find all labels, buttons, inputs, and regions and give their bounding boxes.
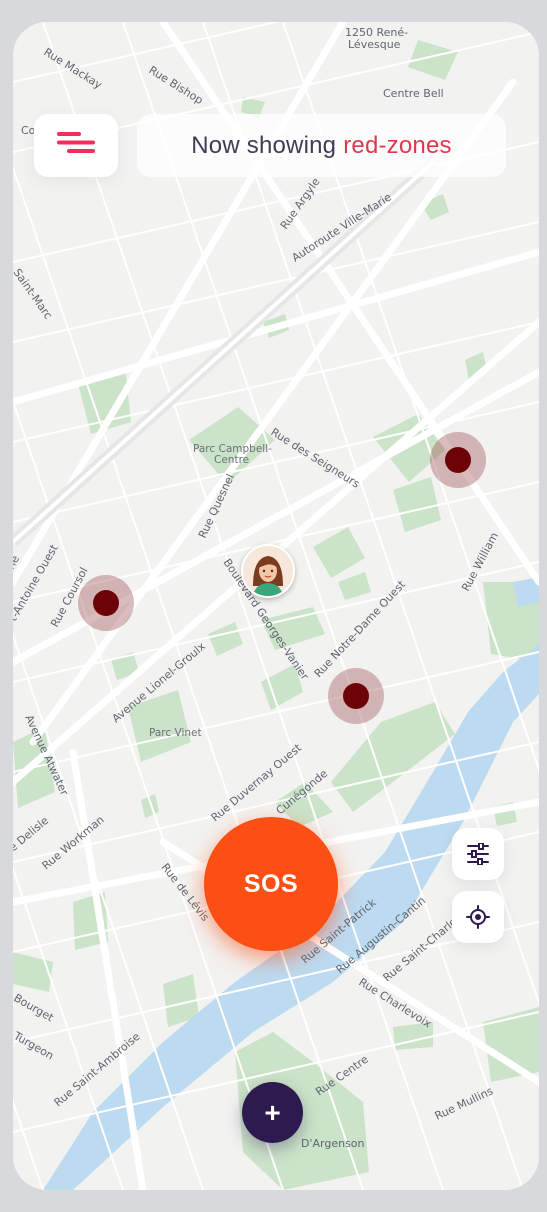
- menu-icon: [57, 131, 95, 153]
- street-label: Centre Bell: [383, 87, 444, 100]
- status-highlight: red-zones: [343, 131, 452, 159]
- street-label: D'Argenson: [301, 1137, 365, 1150]
- menu-button[interactable]: [34, 114, 118, 177]
- crosshair-icon: [466, 905, 490, 929]
- sos-button[interactable]: SOS: [204, 817, 338, 951]
- phone-screen: 1250 René- Lévesque Rue Mackay Rue Bisho…: [13, 22, 539, 1190]
- park-label: Centre: [214, 454, 249, 466]
- user-avatar-image: [243, 546, 293, 596]
- locate-button[interactable]: [452, 891, 504, 943]
- status-prefix: Now showing: [191, 131, 337, 159]
- red-zone-marker[interactable]: [328, 668, 384, 724]
- sliders-icon: [467, 843, 489, 865]
- add-button[interactable]: +: [242, 1082, 303, 1143]
- street-label: Lévesque: [348, 38, 401, 51]
- plus-icon: +: [264, 1096, 281, 1128]
- red-zone-marker[interactable]: [430, 432, 486, 488]
- red-zone-marker[interactable]: [78, 575, 134, 631]
- sos-label: SOS: [243, 869, 299, 898]
- filter-button[interactable]: [452, 828, 504, 880]
- park-label: Parc Vinet: [149, 727, 202, 739]
- user-avatar[interactable]: [241, 544, 295, 598]
- status-banner: Now showing red-zones: [137, 114, 506, 177]
